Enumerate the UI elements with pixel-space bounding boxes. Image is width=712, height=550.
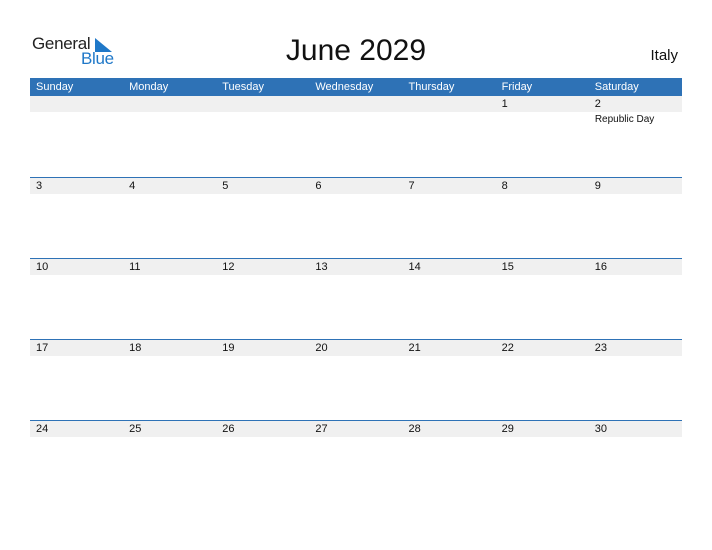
day-number (309, 96, 402, 112)
day-number (216, 96, 309, 112)
calendar-grid: Sunday Monday Tuesday Wednesday Thursday… (30, 78, 682, 501)
weekday-monday: Monday (129, 81, 169, 93)
day-number: 28 (408, 423, 421, 435)
date-bar: 3 4 5 6 7 8 9 (30, 178, 682, 194)
day-number: 19 (222, 342, 235, 354)
weekday-header: Sunday Monday Tuesday Wednesday Thursday… (30, 78, 682, 96)
day-number (403, 96, 496, 112)
day-number: 7 (408, 180, 415, 192)
day-number: 18 (129, 342, 142, 354)
day-number: 23 (594, 342, 607, 354)
country-label: Italy (650, 47, 678, 64)
date-bar: 24 25 26 27 28 29 30 (30, 421, 682, 437)
day-number: 2 (594, 98, 601, 110)
day-number: 11 (129, 261, 141, 273)
day-number: 21 (408, 342, 421, 354)
day-number: 24 (36, 423, 49, 435)
day-number: 13 (315, 261, 328, 273)
day-number: 22 (501, 342, 514, 354)
weekday-tuesday: Tuesday (222, 81, 265, 93)
day-number (123, 96, 216, 112)
day-number: 16 (594, 261, 607, 273)
date-bar: 10 11 12 13 14 15 16 (30, 259, 682, 275)
week-row: 10 11 12 13 14 15 16 (30, 258, 682, 339)
day-number: 6 (315, 180, 322, 192)
day-number: 29 (501, 423, 514, 435)
day-number: 5 (222, 180, 229, 192)
day-number (30, 96, 123, 112)
day-number: 14 (408, 261, 421, 273)
day-number: 17 (36, 342, 49, 354)
weekday-saturday: Saturday (594, 81, 639, 93)
day-number: 20 (315, 342, 328, 354)
day-number: 30 (594, 423, 607, 435)
week-row: 1 2 Republic Day (30, 96, 682, 177)
day-number: 4 (129, 180, 136, 192)
week-row: 3 4 5 6 7 8 9 (30, 177, 682, 258)
date-bar: 17 18 19 20 21 22 23 (30, 340, 682, 356)
day-number: 3 (36, 180, 43, 192)
day-number: 25 (129, 423, 142, 435)
weekday-sunday: Sunday (36, 81, 74, 93)
day-number: 8 (501, 180, 508, 192)
day-number: 12 (222, 261, 235, 273)
week-row: 24 25 26 27 28 29 30 (30, 420, 682, 501)
day-number: 10 (36, 261, 49, 273)
weekday-wednesday: Wednesday (315, 81, 374, 93)
date-bar: 12 (30, 96, 682, 112)
day-number: 26 (222, 423, 235, 435)
day-number: 1 (501, 98, 508, 110)
day-number: 9 (594, 180, 601, 192)
weekday-friday: Friday (501, 81, 533, 93)
day-number: 27 (315, 423, 328, 435)
day-number: 15 (501, 261, 514, 273)
holiday-label: Republic Day (594, 114, 655, 125)
weekday-thursday: Thursday (408, 81, 455, 93)
calendar-title: June 2029 (285, 34, 427, 67)
week-row: 17 18 19 20 21 22 23 (30, 339, 682, 420)
